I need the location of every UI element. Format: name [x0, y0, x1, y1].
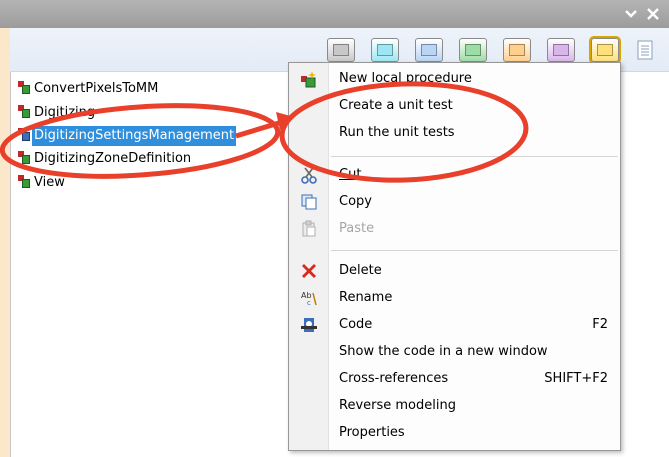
procedure-icon [18, 81, 30, 94]
menu-item-label: Run the unit tests [339, 125, 455, 140]
copy-icon [300, 193, 318, 211]
menu-item-code[interactable]: Code F2 [289, 312, 620, 338]
swatch-fill [421, 44, 437, 56]
swatch-fill [465, 44, 481, 56]
new-procedure-icon [300, 70, 318, 88]
tree-item-label: DigitizingSettingsManagement [32, 126, 237, 146]
color-swatch-cyan[interactable] [371, 38, 399, 62]
swatch-fill [509, 44, 525, 56]
color-swatch-green[interactable] [459, 38, 487, 62]
tree-item[interactable]: Digitizing [16, 103, 97, 123]
menu-item-label: Rename [339, 290, 393, 305]
menu-item-create-unit-test[interactable]: Create a unit test [289, 93, 620, 119]
color-swatch-purple[interactable] [547, 38, 575, 62]
menu-item-rename[interactable]: Ab c Rename [289, 285, 620, 311]
tree-item-selected[interactable]: DigitizingSettingsManagement [16, 126, 237, 146]
tree-item-label: DigitizingZoneDefinition [34, 151, 192, 166]
delete-icon [300, 262, 318, 280]
tree-item[interactable]: View [16, 173, 67, 193]
menu-item-label: Code [339, 317, 373, 332]
menu-item-label: New local procedure [339, 71, 472, 86]
rename-icon: Ab c [300, 289, 318, 307]
procedure-icon [18, 151, 30, 164]
code-icon [300, 316, 318, 334]
color-swatch-yellow[interactable] [589, 36, 621, 64]
menu-item-label: Copy [339, 194, 372, 209]
swatch-fill [333, 44, 349, 56]
close-icon[interactable] [645, 6, 661, 22]
menu-item-run-unit-tests[interactable]: Run the unit tests [289, 120, 620, 146]
document-icon[interactable] [637, 40, 653, 60]
menu-item-label: Cross-references [339, 371, 449, 386]
menu-separator [331, 250, 618, 251]
scissors-icon [300, 166, 318, 184]
menu-item-paste: Paste [289, 216, 620, 242]
color-swatch-light-blue[interactable] [415, 38, 443, 62]
color-swatch-orange[interactable] [503, 38, 531, 62]
menu-item-shortcut: F2 [592, 317, 608, 332]
menu-item-label: Properties [339, 425, 405, 440]
menu-separator [331, 156, 618, 157]
window-title-bar [0, 0, 669, 28]
menu-item-copy[interactable]: Copy [289, 189, 620, 215]
menu-item-cut[interactable]: Cut [289, 162, 620, 188]
menu-item-label: Reverse modeling [339, 398, 456, 413]
menu-item-label: Create a unit test [339, 98, 453, 113]
swatch-fill [377, 44, 393, 56]
menu-item-shortcut: SHIFT+F2 [544, 371, 608, 386]
procedure-icon [18, 128, 30, 141]
tree-item-label: ConvertPixelsToMM [34, 81, 159, 96]
menu-item-cross-references[interactable]: Cross-references SHIFT+F2 [289, 366, 620, 392]
paste-icon [300, 220, 318, 238]
procedure-icon [18, 175, 30, 188]
color-swatch-gray[interactable] [327, 38, 355, 62]
menu-item-delete[interactable]: Delete [289, 258, 620, 284]
context-menu: New local procedure Create a unit test R… [288, 62, 621, 451]
swatch-fill [553, 44, 569, 56]
tree-item[interactable]: DigitizingZoneDefinition [16, 149, 193, 169]
menu-item-new-local-procedure[interactable]: New local procedure [289, 66, 620, 92]
tree-item-label: Digitizing [34, 105, 96, 120]
tree-item-label: View [34, 175, 65, 190]
menu-item-label: Paste [339, 221, 375, 236]
svg-text:c: c [307, 299, 311, 307]
chevron-down-icon[interactable] [623, 6, 639, 22]
menu-item-label: Cut [339, 167, 362, 182]
menu-item-show-code-new-window[interactable]: Show the code in a new window [289, 339, 620, 365]
menu-item-properties[interactable]: Properties [289, 420, 620, 446]
swatch-fill [597, 44, 613, 56]
procedure-icon [18, 105, 30, 118]
menu-item-label: Show the code in a new window [339, 344, 548, 359]
tree-item[interactable]: ConvertPixelsToMM [16, 79, 160, 99]
menu-item-reverse-modeling[interactable]: Reverse modeling [289, 393, 620, 419]
menu-item-label: Delete [339, 263, 382, 278]
